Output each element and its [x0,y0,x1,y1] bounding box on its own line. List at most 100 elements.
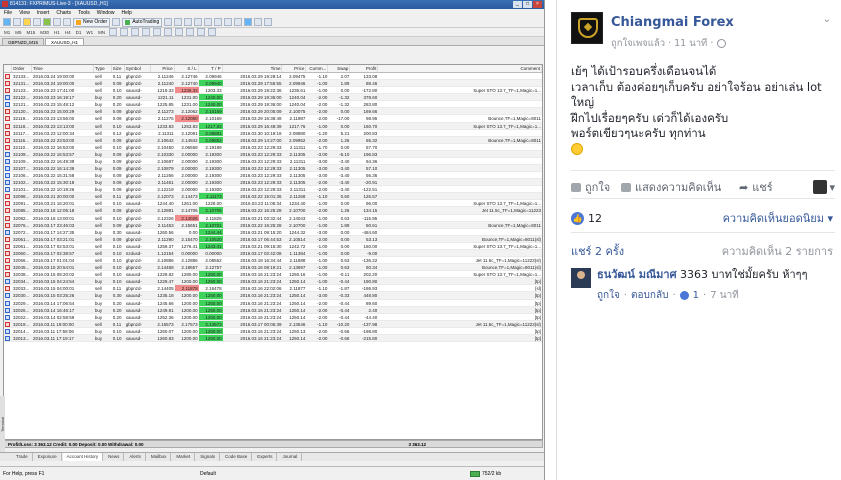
comment-like-count[interactable]: 1 [693,290,699,301]
table-row[interactable]: 32085... 2016.03.18 12:05:18 sell 0.09 gbpnz… [4,207,542,215]
tab-exposure[interactable]: Exposure [34,453,62,461]
candle-chart-icon[interactable] [174,18,183,26]
arrows-icon[interactable] [208,28,217,36]
cursor-icon[interactable] [109,28,118,36]
timeframe-m1[interactable]: M1 [3,30,11,35]
table-row[interactable]: 32072... 2016.03.17 14:27:35 buy 0.30 xauusd… [4,228,542,236]
post-as-selector[interactable]: ▾ [813,180,835,194]
table-row[interactable]: 32117... 2016.03.23 12:00:34 sell 0.12 gbpnz… [4,129,542,137]
bar-chart-icon[interactable] [164,18,173,26]
metaeditor-icon[interactable] [112,18,121,26]
tab-market[interactable]: Market [172,453,196,461]
table-row[interactable]: 32109... 2016.03.22 16:53:57 buy 0.09 gbpnzd… [4,150,542,158]
page-name[interactable]: Chiangmai Forex [611,15,734,30]
label-tool-icon[interactable] [197,28,206,36]
timeframe-w1[interactable]: W1 [85,30,94,35]
table-row[interactable]: 32133... 2016.03.24 19:00:00 sell 0.11 gbpnz… [4,73,542,81]
comment-sort-dropdown[interactable]: ความคิดเห็นยอดนิยม ▾ [723,209,833,227]
col-size[interactable]: Size [112,65,125,72]
table-row[interactable]: 32102... 2016.03.22 15:30:18 buy 0.09 gbpnzd… [4,179,542,187]
table-row[interactable]: 32045... 2016.03.15 20:54:01 sell 0.10 gbpnz… [4,264,542,272]
terminal-icon[interactable] [53,18,61,26]
table-row[interactable]: 32120... 2016.03.23 15:00:29 sell 0.09 gbpnz… [4,108,542,116]
minimize-button[interactable]: _ [513,1,522,8]
menu-tools[interactable]: Tools [78,9,90,17]
table-row[interactable]: 32013... 2016.03.11 17:19:17 buy 0.10 xauusd… [4,334,542,342]
table-row[interactable]: 32119... 2016.03.23 13:56:00 sell 0.09 gbpnz… [4,115,542,123]
col-close-time[interactable]: Time [223,65,283,72]
table-row[interactable]: 32118... 2016.03.23 13:13:00 sell 0.10 xauus… [4,122,542,130]
col-type[interactable]: Type [94,65,112,72]
table-row[interactable]: 32123... 2016.03.23 17:41:00 sell 0.10 xauus… [4,87,542,95]
comment-like-link[interactable]: ถูกใจ [597,288,620,303]
timeframe-mn[interactable]: MN [97,30,106,35]
comment-reply-link[interactable]: ตอบกลับ [631,288,668,303]
table-row[interactable]: 32122... 2016.03.23 16:19:17 buy 0.20 xauusd… [4,94,542,102]
table-row[interactable]: 32030... 2016.03.15 03:25:26 buy 0.30 xauusd… [4,292,542,300]
table-row[interactable]: 32109... 2016.03.22 16:49:39 buy 0.09 gbpnzd… [4,158,542,166]
comment-button[interactable]: แสดงความคิดเห็น [621,178,739,196]
col-symbol[interactable]: Symbol [125,65,151,72]
chart-tab-gbpnzd[interactable]: GBPNZD,,M15 [2,38,45,45]
tab-journal[interactable]: Journal [278,453,303,461]
timeframe-h1[interactable]: H1 [53,30,61,35]
table-row[interactable]: 32101... 2016.03.22 10:19:26 buy 0.09 gbpnzd… [4,186,542,194]
templates-icon[interactable] [264,18,273,26]
chart-tab-xauusd[interactable]: XAUUSD,,H1 [45,38,85,45]
tab-news[interactable]: News [104,453,125,461]
new-order-button[interactable]: New Order [73,17,111,27]
table-row[interactable]: 32056... 2016.03.17 01:01:04 sell 0.10 gbpnz… [4,257,542,265]
line-chart-icon[interactable] [184,18,193,26]
col-profit[interactable]: Profit [350,65,379,72]
like-count[interactable]: 👍 12 [571,211,602,225]
table-row[interactable]: 32082... 2016.03.18 13:00:01 sell 0.10 gbpnz… [4,214,542,222]
menu-file[interactable]: File [4,9,12,17]
table-row[interactable]: 32060... 2016.03.17 02:38:57 sell 0.10 nzdus… [4,249,542,258]
new-chart-icon[interactable] [3,18,11,26]
commenter-avatar[interactable] [571,268,591,288]
table-row[interactable]: 32061... 2016.03.17 02:53:01 sell 0.10 xauus… [4,242,542,250]
col-tp[interactable]: T / P [199,65,223,72]
table-row[interactable]: 32014... 2016.03.11 17:58:06 buy 0.10 xauusd… [4,327,542,335]
table-row[interactable]: 32106... 2016.03.22 15:31:58 buy 0.09 gbpnzd… [4,172,542,180]
tab-mailbox[interactable]: Mailbox [147,453,172,461]
table-row[interactable]: 32038... 2016.03.15 08:20:02 sell 0.10 xauus… [4,271,542,279]
table-row[interactable]: 32019... 2016.03.11 19:00:00 sell 0.11 gbpnz… [4,320,542,328]
periods-icon[interactable] [254,18,263,26]
table-row[interactable]: 32121... 2016.03.23 15:48:12 buy 0.20 xauusd… [4,101,542,109]
tile-windows-icon[interactable] [214,18,223,26]
share-button[interactable]: ➦ แชร์ [739,178,799,196]
post-options-chevron-icon[interactable]: ⌄ [823,14,831,25]
table-row[interactable]: 32131... 2016.03.24 19:00:00 sell 0.09 gbpnz… [4,80,542,88]
table-row[interactable]: 32061... 2016.03.17 03:21:01 sell 0.09 gbpnz… [4,235,542,243]
menu-help[interactable]: Help [122,9,132,17]
tab-trade[interactable]: Trade [12,453,33,461]
autotrading-button[interactable]: AutoTrading [122,17,163,27]
menu-insert[interactable]: Insert [37,9,50,17]
page-avatar[interactable] [571,12,603,44]
col-commission[interactable]: Comm... [306,65,329,72]
table-row[interactable]: 32033... 2016.03.15 04:00:01 sell 0.11 gbpnz… [4,285,542,293]
table-row[interactable]: 32098... 2016.03.21 20:00:00 sell 0.11 gbpnz… [4,193,542,201]
fibonacci-icon[interactable] [175,28,184,36]
table-row[interactable]: 32022... 2016.03.14 02:58:59 buy 0.20 xauusd… [4,313,542,321]
channel-icon[interactable] [164,28,173,36]
menu-view[interactable]: View [19,9,30,17]
autoscroll-icon[interactable] [224,18,233,26]
menu-window[interactable]: Window [97,9,115,17]
like-button[interactable]: ถูกใจ [571,178,621,196]
indicators-icon[interactable] [244,18,253,26]
close-button[interactable]: × [533,1,542,8]
trendline-icon[interactable] [153,28,162,36]
col-order[interactable]: Order [12,65,32,72]
table-row[interactable]: 32034... 2016.03.15 04:24:54 buy 0.10 xauusd… [4,278,542,286]
col-price[interactable]: Price [151,65,175,72]
tab-account-history[interactable]: Account History [62,453,104,461]
tab-code-base[interactable]: Code Base [221,453,253,461]
table-row[interactable]: 32029... 2016.03.14 17:06:54 buy 0.20 xauusd… [4,299,542,307]
col-comment[interactable]: Comment [378,65,542,72]
menu-charts[interactable]: Charts [56,9,71,17]
timeframe-m15[interactable]: M15 [26,30,37,35]
table-row[interactable]: 32110... 2016.03.22 16:53:00 sell 0.10 gbpnz… [4,144,542,151]
horizontal-line-icon[interactable] [142,28,151,36]
